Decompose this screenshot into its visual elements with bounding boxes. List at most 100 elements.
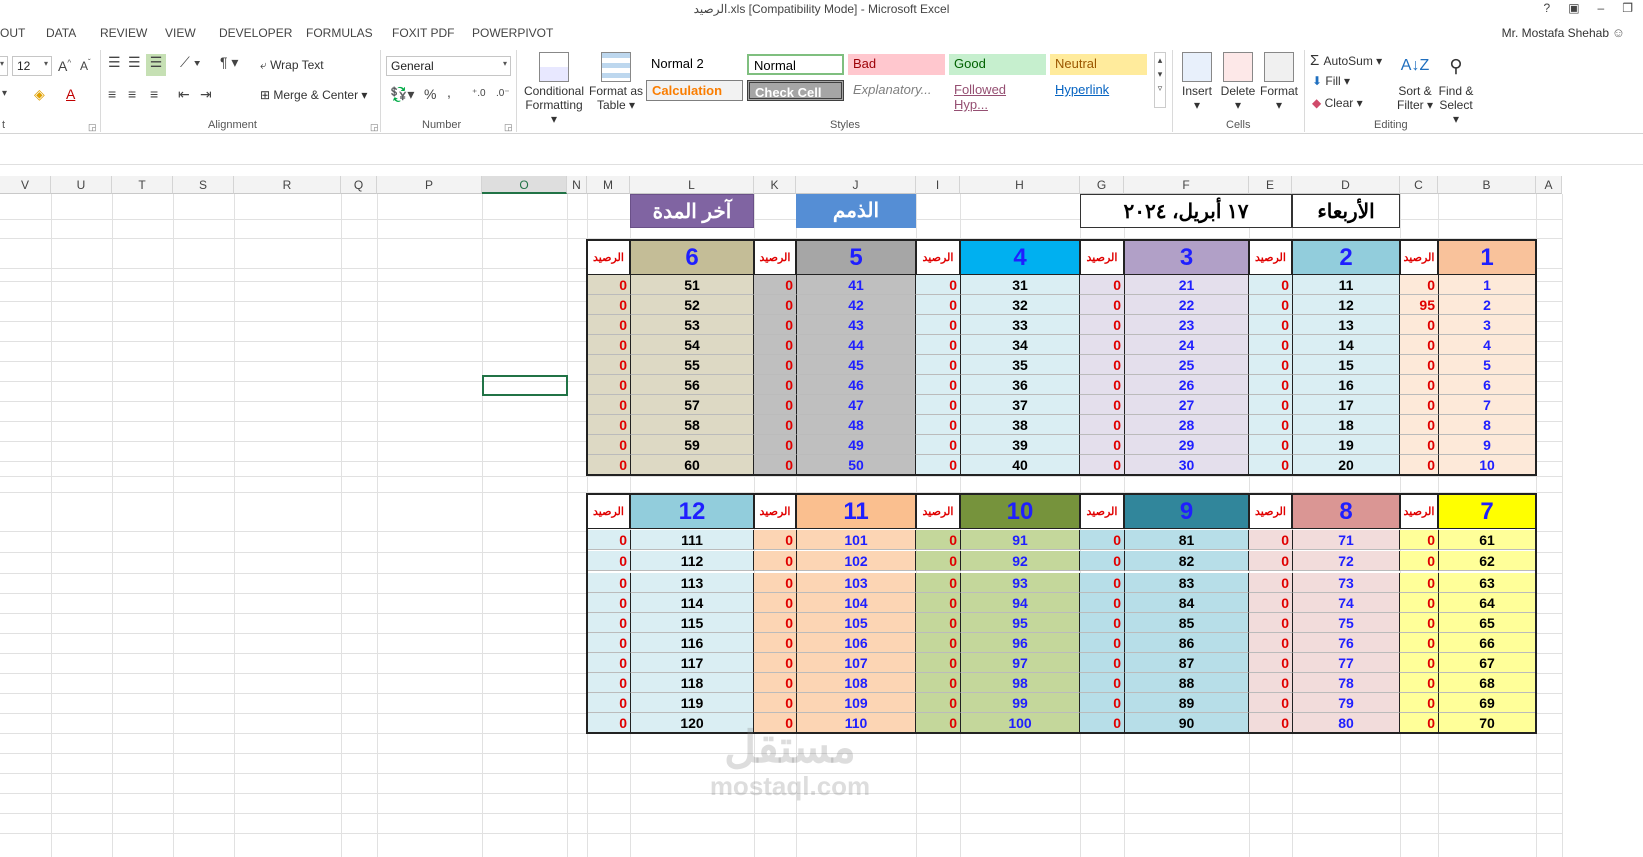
- sheet.block1-number-cell[interactable]: 31: [960, 275, 1080, 295]
- sheet.block2-number-cell[interactable]: 76: [1292, 633, 1400, 653]
- sheet.block1-balance-header[interactable]: الرصيد: [1249, 239, 1292, 275]
- sheet.block2-number-cell[interactable]: 100: [960, 713, 1080, 733]
- sheet.block1-balance-cell[interactable]: 0: [916, 275, 960, 295]
- increase-indent-icon[interactable]: ⇥: [200, 86, 212, 103]
- sheet.block2-balance-cell[interactable]: 0: [1080, 633, 1124, 653]
- tab-powerpivot[interactable]: POWERPIVOT: [472, 26, 553, 40]
- sheet.block2-balance-cell[interactable]: 0: [1400, 551, 1438, 571]
- sheet.block2-number-cell[interactable]: 88: [1124, 673, 1249, 693]
- sheet.block1-number-cell[interactable]: 35: [960, 355, 1080, 375]
- sheet.block2-balance-cell[interactable]: 0: [587, 593, 630, 613]
- tab-developer[interactable]: DEVELOPER: [219, 26, 292, 40]
- sheet.block1-number-cell[interactable]: 15: [1292, 355, 1400, 375]
- sheet.block1-number-cell[interactable]: 53: [630, 315, 754, 335]
- wrap-text-button[interactable]: ⤶ Wrap Text: [260, 58, 324, 73]
- sheet.block2-balance-cell[interactable]: 0: [1080, 530, 1124, 550]
- decrease-indent-icon[interactable]: ⇤: [178, 86, 190, 103]
- font-color-icon[interactable]: A: [66, 86, 75, 102]
- sheet.block1-number-cell[interactable]: 52: [630, 295, 754, 315]
- sheet.block2-number-cell[interactable]: 95: [960, 613, 1080, 633]
- sheet.block2-balance-cell[interactable]: 0: [587, 613, 630, 633]
- sheet.block2-number-cell[interactable]: 66: [1438, 633, 1536, 653]
- column-header-n[interactable]: N: [567, 176, 587, 194]
- sheet.block1-number-cell[interactable]: 1: [1438, 275, 1536, 295]
- sheet.block2-balance-cell[interactable]: 0: [1400, 653, 1438, 673]
- sheet.block2-balance-cell[interactable]: 0: [1249, 693, 1292, 713]
- sheet.block2-balance-cell[interactable]: 0: [1400, 573, 1438, 593]
- delete-button[interactable]: Delete ▾: [1218, 52, 1258, 112]
- sheet.block1-number-cell[interactable]: 21: [1124, 275, 1249, 295]
- column-header-i[interactable]: I: [916, 176, 960, 194]
- sheet.block2-header-10[interactable]: 10: [960, 493, 1080, 529]
- sheet.block1-number-cell[interactable]: 54: [630, 335, 754, 355]
- sheet.block1-balance-cell[interactable]: 0: [1080, 435, 1124, 455]
- sheet.block1-number-cell[interactable]: 43: [796, 315, 916, 335]
- minimize-icon[interactable]: –: [1598, 1, 1605, 15]
- sheet.block1-number-cell[interactable]: 41: [796, 275, 916, 295]
- sheet.block2-balance-cell[interactable]: 0: [916, 593, 960, 613]
- sheet.block2-balance-cell[interactable]: 0: [1400, 693, 1438, 713]
- sheet.block1-number-cell[interactable]: 14: [1292, 335, 1400, 355]
- cell-style-1[interactable]: Normal: [747, 54, 844, 75]
- sheet.block2-number-cell[interactable]: 92: [960, 551, 1080, 571]
- sheet.block1-number-cell[interactable]: 9: [1438, 435, 1536, 455]
- user-avatar-icon[interactable]: ☺: [1612, 25, 1625, 40]
- column-header-f[interactable]: F: [1124, 176, 1249, 194]
- sheet.block2-balance-cell[interactable]: 0: [1400, 530, 1438, 550]
- sheet.block2-balance-cell[interactable]: 0: [1249, 530, 1292, 550]
- sheet.block2-number-cell[interactable]: 91: [960, 530, 1080, 550]
- sheet.block2-balance-cell[interactable]: 0: [1400, 713, 1438, 733]
- sheet.block1-number-cell[interactable]: 45: [796, 355, 916, 375]
- sheet.block2-balance-cell[interactable]: 0: [1080, 713, 1124, 733]
- sheet.block1-number-cell[interactable]: 26: [1124, 375, 1249, 395]
- sheet.block2-number-cell[interactable]: 98: [960, 673, 1080, 693]
- cell-style-7[interactable]: Explanatory...: [848, 80, 945, 101]
- sheet.block1-number-cell[interactable]: 19: [1292, 435, 1400, 455]
- sheet.block1-balance-cell[interactable]: 0: [916, 315, 960, 335]
- tab-layout[interactable]: OUT: [0, 26, 25, 40]
- sheet.block1-balance-cell[interactable]: 0: [587, 335, 630, 355]
- borders-icon[interactable]: ▾: [2, 88, 7, 99]
- sheet.block1-balance-cell[interactable]: 0: [1249, 295, 1292, 315]
- sheet.block2-number-cell[interactable]: 110: [796, 713, 916, 733]
- sheet.block1-number-cell[interactable]: 28: [1124, 415, 1249, 435]
- sheet.block1-balance-cell[interactable]: 0: [916, 295, 960, 315]
- sheet.block2-number-cell[interactable]: 70: [1438, 713, 1536, 733]
- column-header-c[interactable]: C: [1400, 176, 1438, 194]
- sheet.block1-balance-cell[interactable]: 0: [1080, 415, 1124, 435]
- sheet.block1-number-cell[interactable]: 17: [1292, 395, 1400, 415]
- fill-color-icon[interactable]: ◈: [34, 86, 45, 103]
- sheet.block1-number-cell[interactable]: 42: [796, 295, 916, 315]
- sheet.block2-number-cell[interactable]: 63: [1438, 573, 1536, 593]
- sheet.block2-balance-cell[interactable]: 0: [1080, 551, 1124, 571]
- sheet.block1-number-cell[interactable]: 34: [960, 335, 1080, 355]
- sheet.block2-balance-cell[interactable]: 0: [916, 633, 960, 653]
- find-select-button[interactable]: ⚲ Find & Select ▾: [1436, 52, 1476, 126]
- sheet.block1-balance-cell[interactable]: 0: [587, 295, 630, 315]
- cell-style-3[interactable]: Good: [949, 54, 1046, 75]
- sheet.block2-number-cell[interactable]: 71: [1292, 530, 1400, 550]
- sheet.block2-number-cell[interactable]: 115: [630, 613, 754, 633]
- sheet.block2-balance-cell[interactable]: 0: [587, 633, 630, 653]
- sheet.block1-number-cell[interactable]: 44: [796, 335, 916, 355]
- sheet.block1-number-cell[interactable]: 25: [1124, 355, 1249, 375]
- sheet.block1-balance-cell[interactable]: 0: [916, 415, 960, 435]
- tab-formulas[interactable]: FORMULAS: [306, 26, 373, 40]
- end-of-period-label-cell[interactable]: آخر المدة: [630, 194, 754, 228]
- sheet.block2-header-12[interactable]: 12: [630, 493, 754, 529]
- sheet.block1-number-cell[interactable]: 4: [1438, 335, 1536, 355]
- sheet.block2-balance-cell[interactable]: 0: [754, 673, 796, 693]
- sheet.block2-number-cell[interactable]: 117: [630, 653, 754, 673]
- cell-style-5[interactable]: Calculation: [646, 80, 743, 101]
- sheet.block2-balance-cell[interactable]: 0: [754, 613, 796, 633]
- sheet.block2-number-cell[interactable]: 104: [796, 593, 916, 613]
- sheet.block2-number-cell[interactable]: 106: [796, 633, 916, 653]
- sheet.block2-balance-cell[interactable]: 0: [1249, 593, 1292, 613]
- sheet.block2-balance-cell[interactable]: 0: [587, 551, 630, 571]
- sheet.block2-balance-cell[interactable]: 0: [1080, 693, 1124, 713]
- sheet.block1-number-cell[interactable]: 33: [960, 315, 1080, 335]
- sheet.block2-balance-cell[interactable]: 0: [754, 573, 796, 593]
- sheet.block2-number-cell[interactable]: 74: [1292, 593, 1400, 613]
- sheet.block2-number-cell[interactable]: 107: [796, 653, 916, 673]
- sheet.block1-number-cell[interactable]: 51: [630, 275, 754, 295]
